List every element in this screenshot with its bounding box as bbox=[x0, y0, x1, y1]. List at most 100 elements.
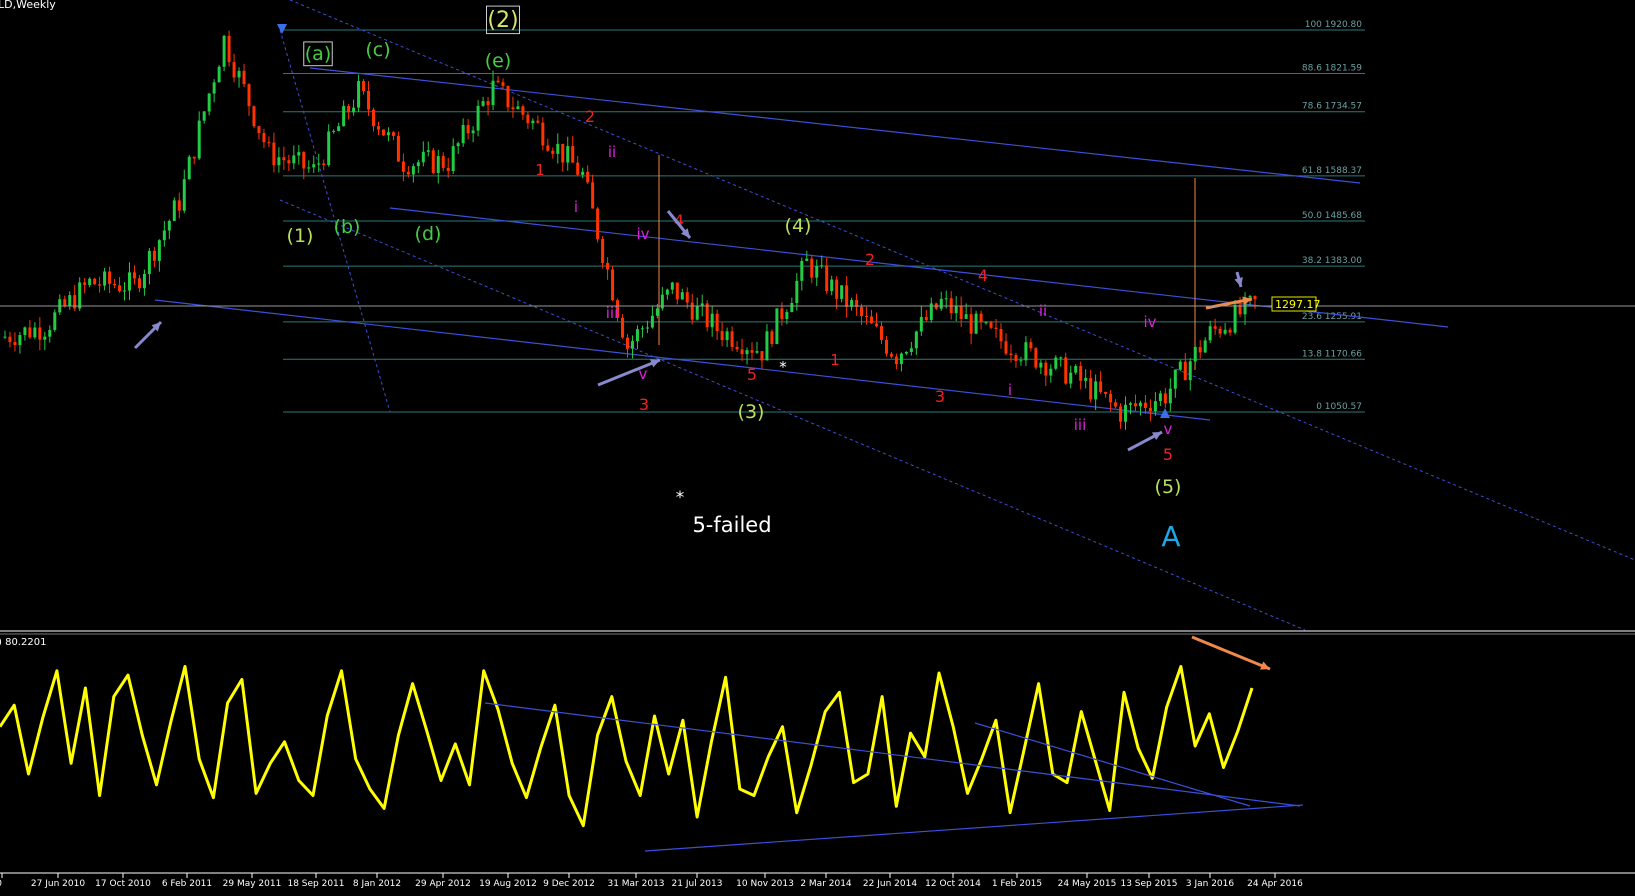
candle-body bbox=[441, 156, 445, 168]
x-tick-label: 24 Apr 2016 bbox=[1247, 879, 1303, 889]
candle-body bbox=[959, 306, 963, 319]
x-tick-label: 3 Jan 2016 bbox=[1186, 879, 1234, 889]
candle-body bbox=[710, 313, 714, 328]
candle-body bbox=[297, 152, 301, 156]
candle-body bbox=[147, 250, 151, 274]
fib-label: 0 1050.57 bbox=[1316, 402, 1362, 412]
candle-body bbox=[98, 284, 102, 286]
candle-body bbox=[367, 90, 371, 110]
candle-body bbox=[192, 156, 196, 159]
candle-body bbox=[381, 129, 385, 136]
wave-label: (e) bbox=[485, 50, 512, 72]
candle-body bbox=[123, 290, 127, 292]
candle-body bbox=[227, 35, 231, 63]
candle-body bbox=[1193, 346, 1197, 362]
candle-body bbox=[840, 285, 844, 299]
candle-body bbox=[685, 292, 689, 303]
candle-body bbox=[830, 279, 834, 292]
candle-body bbox=[760, 351, 764, 361]
candle-body bbox=[800, 260, 804, 281]
candle-body bbox=[1198, 346, 1202, 353]
candle-body bbox=[247, 84, 251, 107]
fib-label: 78.6 1734.57 bbox=[1302, 102, 1362, 112]
candle-body bbox=[924, 316, 928, 321]
candle-body bbox=[755, 351, 759, 353]
candle-body bbox=[526, 114, 530, 124]
candle-body bbox=[232, 62, 236, 78]
candle-body bbox=[665, 289, 669, 295]
candle-body bbox=[391, 132, 395, 136]
candle-body bbox=[416, 162, 420, 167]
candle-body bbox=[83, 282, 87, 285]
candle-body bbox=[118, 285, 122, 292]
candle-body bbox=[994, 327, 998, 330]
candle-body bbox=[969, 314, 973, 334]
candle-body bbox=[1089, 377, 1093, 400]
candle-body bbox=[1099, 381, 1103, 392]
candle-body bbox=[1223, 329, 1227, 334]
candle-body bbox=[212, 82, 216, 94]
wave-label: 1 bbox=[830, 351, 840, 369]
candle-body bbox=[680, 292, 684, 300]
candle-body bbox=[695, 305, 699, 320]
candle-body bbox=[919, 316, 923, 332]
chart-background bbox=[0, 0, 1635, 896]
x-tick-label: 19 Aug 2012 bbox=[479, 879, 537, 889]
candle-body bbox=[406, 171, 410, 175]
candle-body bbox=[1069, 372, 1073, 384]
candle-body bbox=[277, 157, 281, 166]
candle-body bbox=[8, 336, 12, 342]
candle-body bbox=[162, 230, 166, 241]
candle-body bbox=[172, 200, 176, 221]
candle-body bbox=[566, 146, 570, 163]
wave-label: 5-failed bbox=[692, 513, 771, 537]
wave-label: (a) bbox=[305, 43, 331, 65]
oscillator-label: ) 80.2201 bbox=[0, 637, 46, 648]
candle-body bbox=[720, 331, 724, 340]
candle-body bbox=[491, 80, 495, 106]
candle-body bbox=[879, 326, 883, 340]
candle-body bbox=[93, 278, 97, 285]
x-tick-label: 10 Nov 2013 bbox=[736, 879, 794, 889]
candle-body bbox=[267, 142, 271, 144]
candle-body bbox=[142, 273, 146, 289]
candle-body bbox=[1094, 381, 1098, 400]
candle-body bbox=[352, 107, 356, 113]
candle-body bbox=[765, 331, 769, 361]
candle-body bbox=[257, 126, 261, 134]
wave-label: 4 bbox=[978, 266, 988, 285]
x-tick-label: 2010 bbox=[0, 879, 2, 889]
candle-body bbox=[282, 157, 286, 161]
candle-body bbox=[1079, 366, 1083, 381]
candle-body bbox=[964, 314, 968, 319]
x-tick-label: 2 Mar 2014 bbox=[800, 879, 852, 889]
candle-body bbox=[481, 101, 485, 106]
candle-body bbox=[127, 272, 131, 291]
candle-body bbox=[606, 262, 610, 270]
candle-body bbox=[436, 156, 440, 173]
candle-body bbox=[471, 130, 475, 134]
candle-body bbox=[307, 167, 311, 169]
candle-body bbox=[88, 278, 92, 285]
candle-body bbox=[611, 269, 615, 301]
candle-body bbox=[1054, 357, 1058, 369]
candle-body bbox=[825, 265, 829, 292]
wave-label: A bbox=[1161, 520, 1180, 553]
candle-body bbox=[1004, 341, 1008, 354]
candle-body bbox=[43, 336, 47, 340]
candle-body bbox=[132, 272, 136, 279]
candle-body bbox=[531, 120, 535, 124]
candle-body bbox=[1009, 353, 1013, 356]
candle-body bbox=[735, 346, 739, 350]
candle-body bbox=[446, 167, 450, 172]
candle-body bbox=[655, 308, 659, 316]
candle-body bbox=[790, 302, 794, 313]
candle-body bbox=[337, 126, 341, 132]
candle-body bbox=[1213, 326, 1217, 329]
candle-body bbox=[1034, 348, 1038, 368]
candle-body bbox=[740, 349, 744, 355]
candle-body bbox=[626, 337, 629, 349]
fib-label: 88.6 1821.59 bbox=[1302, 64, 1362, 74]
candle-body bbox=[1148, 407, 1152, 412]
x-tick-label: 31 Mar 2013 bbox=[607, 879, 664, 889]
